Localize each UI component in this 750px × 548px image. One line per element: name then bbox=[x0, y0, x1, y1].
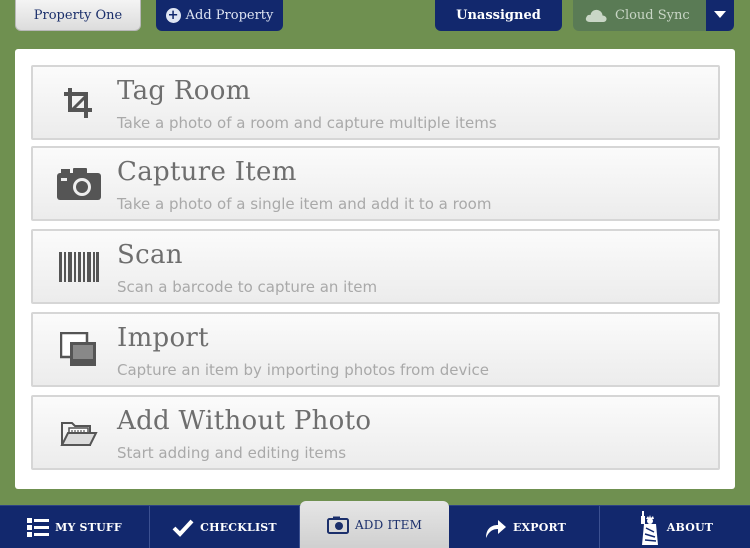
cloud-sync-button[interactable]: Cloud Sync bbox=[573, 0, 706, 31]
plus-circle-icon: + bbox=[165, 8, 181, 23]
list-icon bbox=[27, 517, 50, 538]
add-property-label: Add Property bbox=[185, 8, 274, 23]
statue-of-liberty-icon bbox=[637, 510, 661, 546]
action-title: Add Without Photo bbox=[117, 406, 372, 436]
action-title: Scan bbox=[117, 240, 183, 270]
top-bar: Property One + Add Property Unassigned C… bbox=[0, 0, 750, 42]
tag-room-action[interactable]: Tag Room Take a photo of a room and capt… bbox=[31, 65, 720, 140]
tab-checklist[interactable]: CHECKLIST bbox=[150, 506, 300, 548]
camera-icon bbox=[326, 516, 349, 534]
unassigned-label: Unassigned bbox=[456, 8, 541, 23]
triangle-down-icon bbox=[714, 8, 726, 23]
camera-icon bbox=[55, 164, 103, 204]
tab-export[interactable]: EXPORT bbox=[450, 506, 600, 548]
property-selector-label: Property One bbox=[33, 7, 123, 23]
tab-about[interactable]: ABOUT bbox=[600, 506, 750, 548]
action-description: Capture an item by importing photos from… bbox=[117, 361, 489, 379]
bottom-tab-bar: MY STUFF CHECKLIST ADD ITEM EXPORT ABOUT bbox=[0, 501, 750, 548]
cloud-sync-label: Cloud Sync bbox=[615, 8, 690, 23]
tab-label: CHECKLIST bbox=[200, 521, 277, 534]
action-description: Start adding and editing items bbox=[117, 444, 347, 462]
barcode-icon bbox=[55, 247, 103, 287]
tab-label: ADD ITEM bbox=[354, 518, 423, 532]
cloud-icon bbox=[584, 8, 608, 23]
tab-label: ABOUT bbox=[666, 521, 714, 534]
action-description: Take a photo of a single item and add it… bbox=[117, 195, 492, 213]
crop-icon bbox=[55, 83, 103, 123]
folder-icon bbox=[55, 413, 103, 453]
tab-label: MY STUFF bbox=[55, 521, 122, 534]
action-description: Scan a barcode to capture an item bbox=[117, 278, 378, 296]
add-property-button[interactable]: + Add Property bbox=[156, 0, 283, 31]
capture-item-action[interactable]: Capture Item Take a photo of a single it… bbox=[31, 146, 720, 221]
cloud-sync-dropdown-button[interactable] bbox=[706, 0, 734, 31]
import-action[interactable]: Import Capture an item by importing phot… bbox=[31, 312, 720, 387]
add-without-photo-action[interactable]: Add Without Photo Start adding and editi… bbox=[31, 395, 720, 470]
add-item-panel: Tag Room Take a photo of a room and capt… bbox=[15, 49, 735, 489]
scan-action[interactable]: Scan Scan a barcode to capture an item bbox=[31, 229, 720, 304]
action-title: Import bbox=[117, 323, 209, 353]
photos-icon bbox=[55, 330, 103, 370]
property-selector-button[interactable]: Property One bbox=[15, 0, 141, 31]
action-title: Capture Item bbox=[117, 157, 297, 187]
checkmark-icon bbox=[172, 519, 194, 537]
share-arrow-icon bbox=[483, 517, 507, 539]
action-title: Tag Room bbox=[117, 76, 251, 106]
unassigned-button[interactable]: Unassigned bbox=[435, 0, 562, 31]
action-description: Take a photo of a room and capture multi… bbox=[117, 114, 497, 132]
tab-label: EXPORT bbox=[512, 521, 567, 534]
tab-add-item[interactable]: ADD ITEM bbox=[300, 501, 449, 548]
tab-my-stuff[interactable]: MY STUFF bbox=[0, 506, 150, 548]
